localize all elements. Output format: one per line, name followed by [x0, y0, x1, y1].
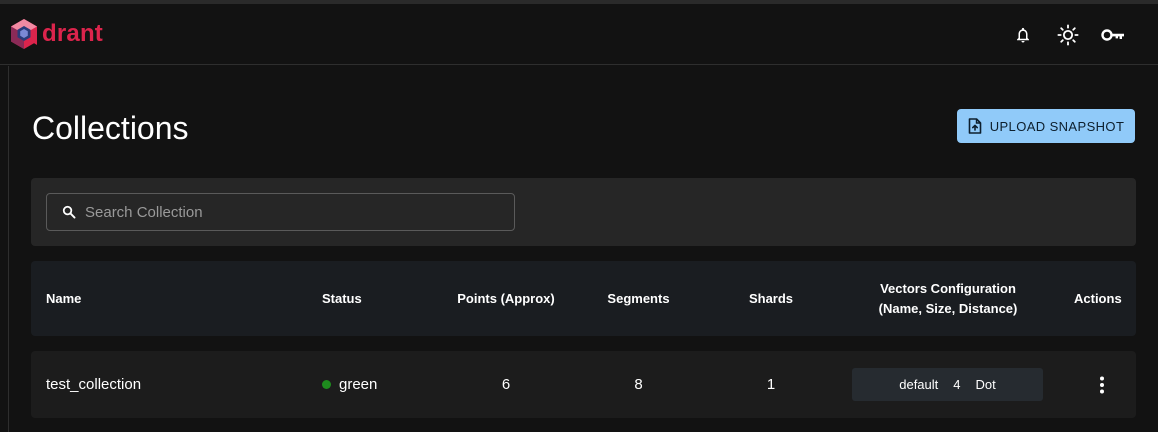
notifications-button[interactable]: [1010, 22, 1036, 48]
column-header-vectors: Vectors Configuration (Name, Size, Dista…: [853, 261, 1043, 336]
column-header-vectors-line2: (Name, Size, Distance): [878, 300, 1018, 316]
app-root: drant Collections UPLOAD SNAPSHOT Search…: [0, 0, 1158, 432]
more-vertical-icon: [1100, 376, 1104, 394]
shards-cell: 1: [766, 376, 776, 393]
top-bar: drant: [0, 4, 1158, 65]
column-header-status[interactable]: Status: [322, 261, 362, 336]
segments-cell: 8: [634, 376, 643, 393]
column-header-points[interactable]: Points (Approx): [451, 261, 561, 336]
column-header-shards[interactable]: Shards: [731, 261, 811, 336]
column-header-segments[interactable]: Segments: [591, 261, 686, 336]
status-cell: green: [322, 351, 377, 418]
api-key-button[interactable]: [1100, 22, 1126, 48]
search-box[interactable]: [46, 193, 515, 231]
collection-name-link[interactable]: test_collection: [46, 351, 141, 418]
logo[interactable]: drant: [10, 18, 103, 50]
qdrant-logo-icon: [11, 19, 37, 49]
page-title: Collections: [32, 110, 189, 146]
column-header-name[interactable]: Name: [46, 261, 81, 336]
logo-text: drant: [42, 20, 103, 47]
search-panel: [31, 178, 1136, 246]
column-header-vectors-line1: Vectors Configuration: [880, 280, 1016, 296]
status-dot-icon: [322, 380, 331, 389]
key-icon: [1101, 29, 1124, 41]
table-row[interactable]: test_collection green 6 8 1 default 4 Do…: [31, 351, 1136, 418]
column-header-actions: Actions: [1074, 290, 1122, 306]
row-actions-button[interactable]: [1088, 371, 1116, 399]
theme-toggle-button[interactable]: [1055, 22, 1081, 48]
file-upload-icon: [968, 118, 982, 134]
bell-icon: [1017, 27, 1029, 43]
upload-snapshot-label: UPLOAD SNAPSHOT: [989, 118, 1125, 134]
points-cell: 6: [501, 376, 511, 393]
sun-icon: [1057, 24, 1079, 46]
table-header: Name Status Points (Approx) Segments Sha…: [31, 261, 1136, 336]
status-text: green: [339, 376, 378, 393]
vector-size: 4: [953, 377, 961, 392]
search-icon: [62, 205, 76, 219]
upload-snapshot-button[interactable]: UPLOAD SNAPSHOT: [957, 109, 1135, 143]
vector-name: default: [899, 377, 939, 392]
vector-config-chip: default 4 Dot: [852, 368, 1043, 401]
sidebar-divider: [8, 66, 9, 432]
vector-distance: Dot: [975, 377, 996, 392]
search-input[interactable]: [85, 203, 485, 221]
